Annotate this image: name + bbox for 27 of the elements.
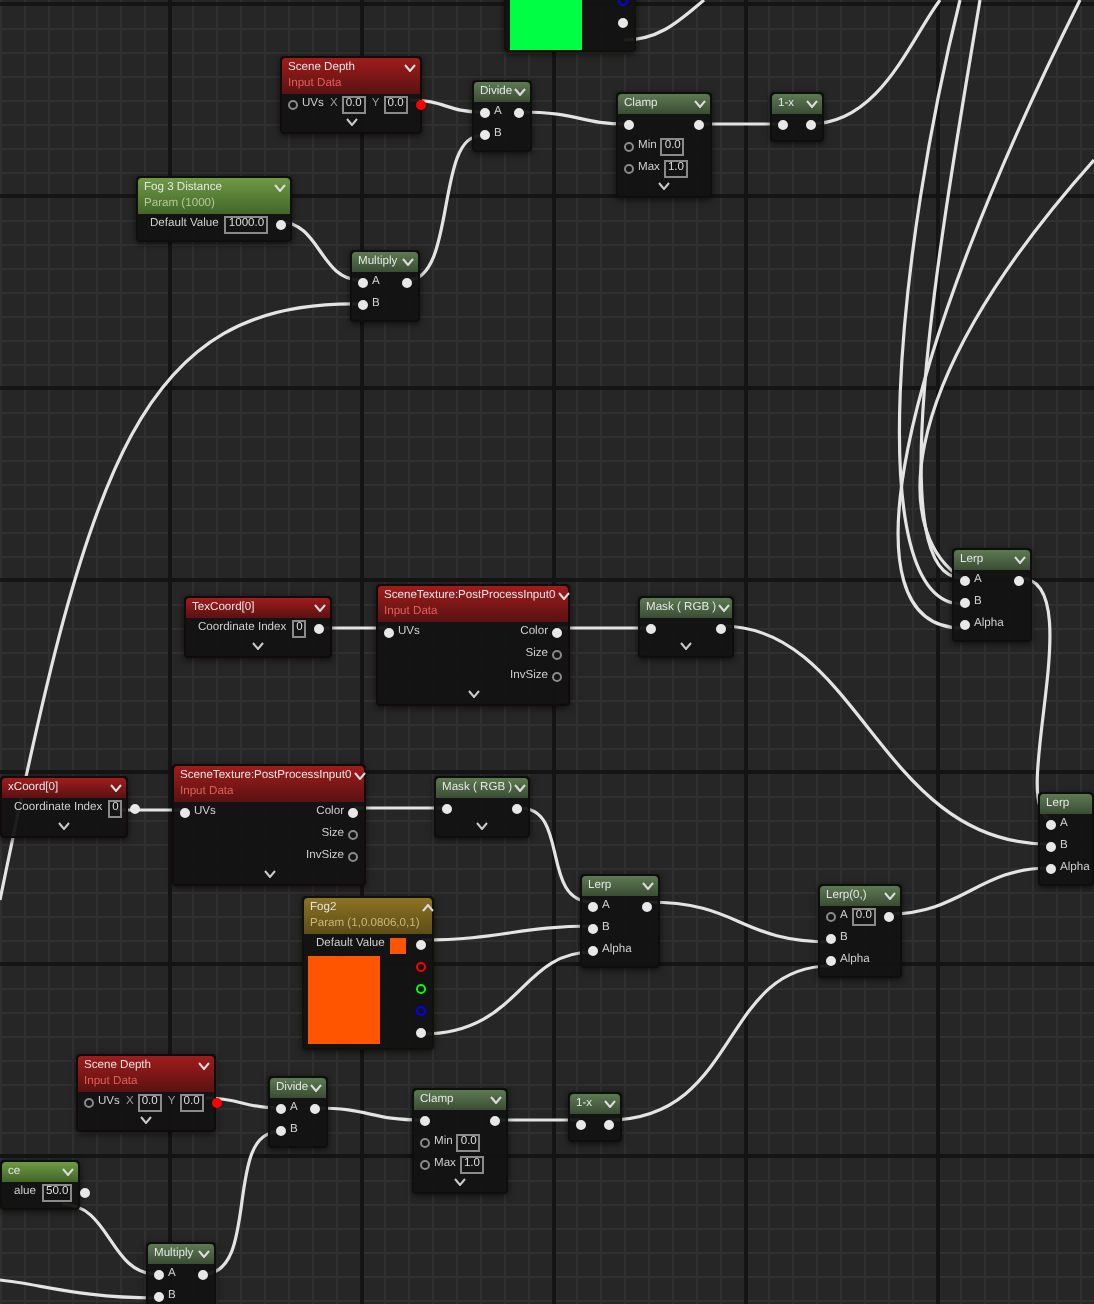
chevron-down-icon[interactable] bbox=[263, 870, 275, 878]
input-pin[interactable] bbox=[826, 912, 836, 922]
input-pin[interactable] bbox=[624, 164, 634, 174]
chevron-down-icon[interactable] bbox=[252, 642, 264, 650]
chevron-down-icon[interactable] bbox=[557, 592, 570, 600]
chevron-down-icon[interactable] bbox=[454, 1178, 466, 1186]
color-swatch[interactable] bbox=[390, 937, 407, 953]
input-pin[interactable] bbox=[624, 142, 634, 152]
chevron-down-icon[interactable] bbox=[198, 1062, 210, 1070]
chevron-down-icon[interactable] bbox=[467, 690, 479, 698]
input-pin[interactable] bbox=[420, 1138, 430, 1148]
chevron-down-icon[interactable] bbox=[353, 772, 366, 780]
chevron-down-icon[interactable] bbox=[140, 1116, 152, 1124]
output-pin[interactable] bbox=[415, 100, 426, 110]
chevron-down-icon[interactable] bbox=[680, 642, 692, 650]
chevron-up-icon[interactable] bbox=[421, 904, 434, 912]
input-pin[interactable] bbox=[84, 1098, 94, 1108]
chevron-down-icon[interactable] bbox=[658, 182, 670, 190]
output-pin[interactable] bbox=[211, 1098, 222, 1108]
chevron-down-icon[interactable] bbox=[58, 822, 70, 830]
chevron-down-icon[interactable] bbox=[345, 118, 357, 126]
chevron-down-icon[interactable] bbox=[314, 604, 326, 612]
chevron-down-icon[interactable] bbox=[110, 784, 122, 792]
input-pin[interactable] bbox=[420, 1160, 430, 1170]
input-pin[interactable] bbox=[288, 100, 298, 110]
chevron-down-icon[interactable] bbox=[404, 64, 416, 72]
chevron-down-icon[interactable] bbox=[476, 822, 488, 830]
